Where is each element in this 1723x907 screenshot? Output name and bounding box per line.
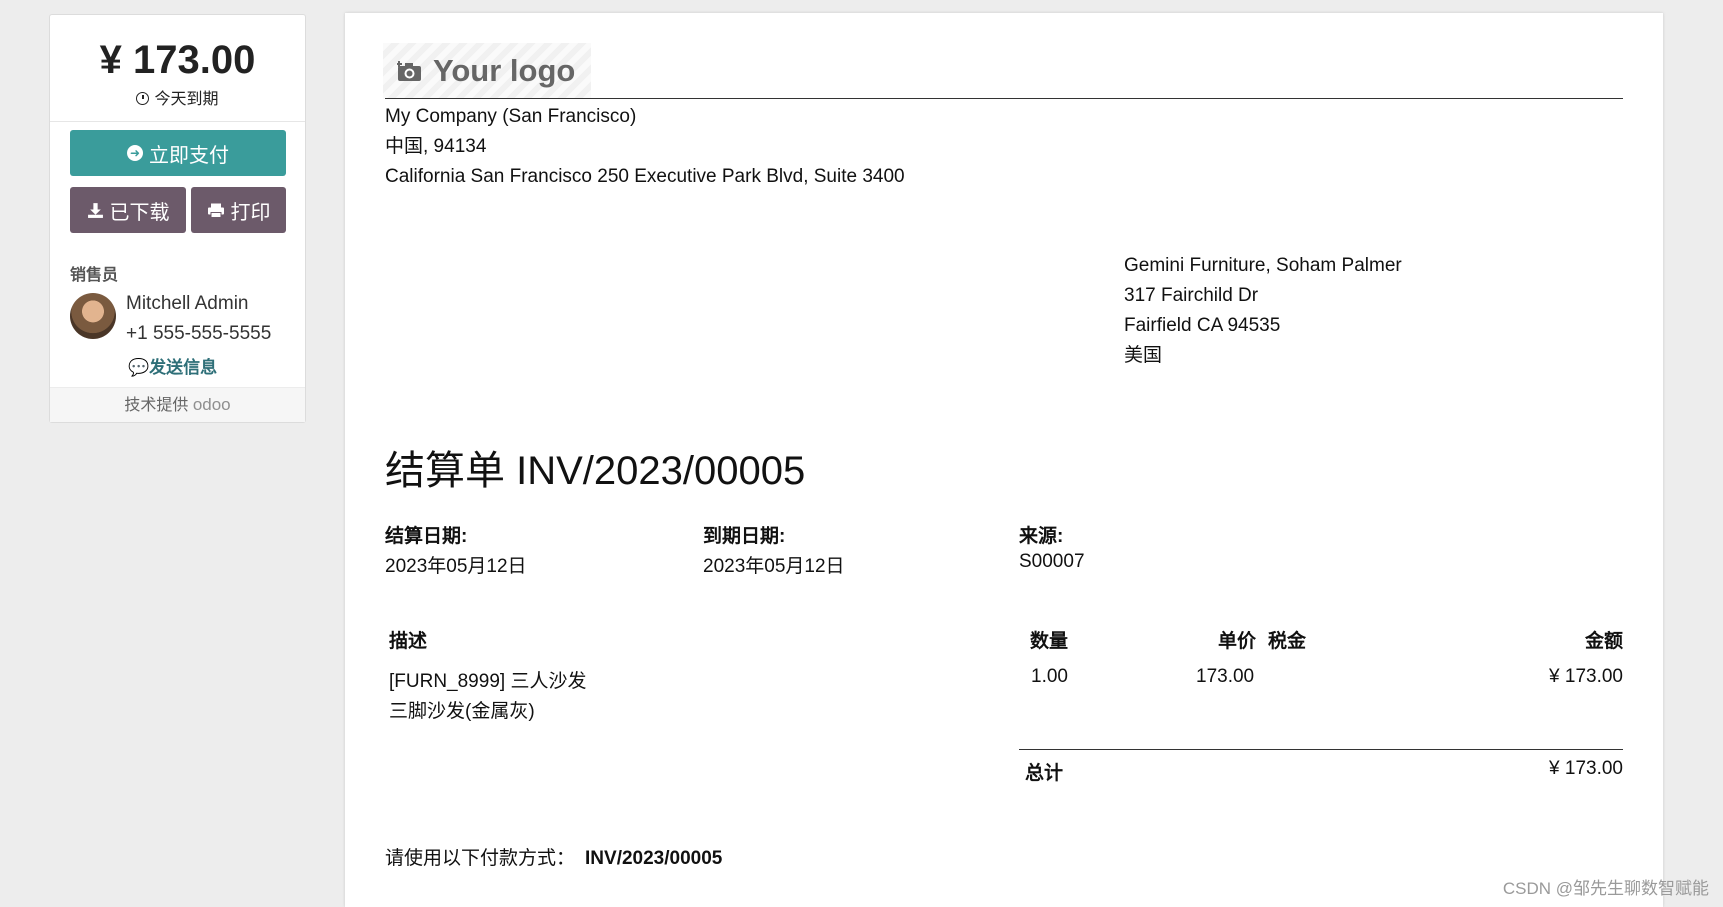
send-message-label: 发送信息 [149,358,218,377]
partner-street: 317 Fairchild Dr [1124,285,1259,306]
payment-note-label: 请使用以下付款方式： [385,848,576,869]
total-value: ¥ 173.00 [1549,758,1623,779]
partner-address: Gemini Furniture, Soham Palmer 317 Fairc… [1124,251,1402,371]
invoice-date-value: 2023年05月12日 [385,556,527,577]
col-taxes: 税金 [1268,631,1307,652]
company-address: My Company (San Francisco) 中国, 94134 Cal… [385,102,905,192]
arrow-circle-right-icon: ➜ [127,145,143,161]
invoice-document: Your logo My Company (San Francisco) 中国,… [345,13,1663,907]
invoice-sidebar: ¥ 173.00 今天到期 ➜ 立即支付 已下载 打印 销售员 Mitchell… [49,14,306,423]
partner-country: 美国 [1124,345,1163,366]
col-unit-price: 单价 [1218,631,1257,652]
invoice-date-label: 结算日期: [385,526,468,547]
due-date-label: 到期日期: [703,526,786,547]
odoo-logo[interactable]: odoo [193,395,231,414]
salesperson-avatar [70,293,116,339]
powered-by-text: 技术提供 [124,397,189,414]
line-unit-price: 173.00 [1196,666,1255,687]
company-line3: California San Francisco 250 Executive P… [385,166,905,187]
powered-by-footer: 技术提供 odoo [50,387,305,422]
due-status: 今天到期 [50,85,305,109]
col-amount: 金额 [1584,631,1623,652]
download-label: 已下载 [109,201,170,224]
pay-now-button[interactable]: ➜ 立即支付 [70,130,286,176]
print-icon [207,203,224,218]
logo-text: Your logo [433,53,576,88]
pay-now-label: 立即支付 [149,144,229,167]
total-label: 总计 [1025,763,1064,784]
camera-icon [397,61,421,81]
line-amount: ¥ 173.00 [1549,666,1623,687]
clock-icon [136,92,150,105]
print-button[interactable]: 打印 [191,187,286,233]
header-divider [385,98,1623,99]
partner-name: Gemini Furniture, Soham Palmer [1124,255,1402,276]
payment-note: 请使用以下付款方式： INV/2023/00005 [385,843,722,870]
col-description: 描述 [389,631,428,652]
salesperson-name: Mitchell Admin [126,293,249,314]
col-quantity: 数量 [1030,631,1069,652]
download-button[interactable]: 已下载 [70,187,186,233]
source-value: S00007 [1019,551,1085,572]
due-date-value: 2023年05月12日 [703,556,845,577]
divider [50,121,305,122]
total-divider [1019,749,1623,750]
salesperson-label: 销售员 [70,267,119,284]
salesperson-phone: +1 555-555-5555 [126,323,272,344]
line-description-1: [FURN_8999] 三人沙发 [389,671,587,692]
source-label: 来源: [1019,526,1064,547]
company-line2: 中国, 94134 [385,136,487,157]
company-name: My Company (San Francisco) [385,106,637,127]
line-description-2: 三脚沙发(金属灰) [389,701,535,722]
due-text: 今天到期 [154,91,219,108]
partner-city: Fairfield CA 94535 [1124,315,1281,336]
watermark: CSDN @邹先生聊数智赋能 [1502,879,1709,898]
company-logo-placeholder: Your logo [383,43,591,99]
invoice-title: 结算单 INV/2023/00005 [385,449,806,493]
print-label: 打印 [230,201,271,224]
line-quantity: 1.00 [1031,666,1068,687]
payment-reference: INV/2023/00005 [585,848,723,869]
download-icon [87,202,103,218]
comments-icon: 💬 [128,358,150,377]
send-message-link[interactable]: 💬发送信息 [128,353,217,378]
amount-due: ¥ 173.00 [99,38,256,82]
